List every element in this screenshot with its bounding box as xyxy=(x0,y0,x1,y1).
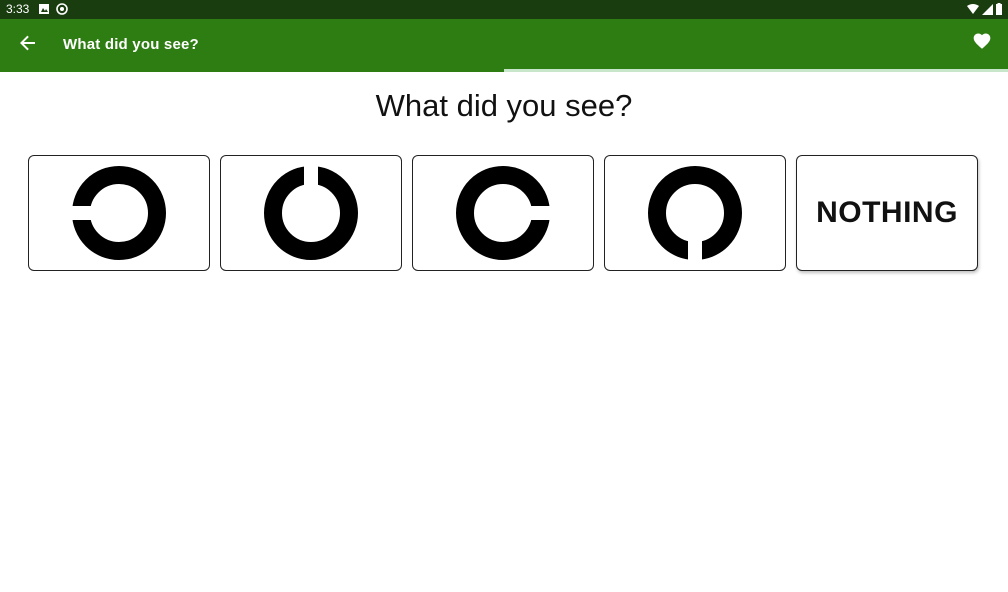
status-bar: 3:33 xyxy=(0,0,1008,19)
landolt-c-gap-right-icon xyxy=(456,166,551,260)
option-gap-top-button[interactable] xyxy=(220,155,402,271)
app-bar-title: What did you see? xyxy=(63,36,199,53)
option-gap-right-button[interactable] xyxy=(412,155,594,271)
landolt-c-gap-top-icon xyxy=(264,165,358,260)
battery-icon xyxy=(996,3,1002,15)
landolt-c-gap-bottom-icon xyxy=(648,166,742,261)
question-heading: What did you see? xyxy=(375,88,633,123)
option-nothing-button[interactable]: NOTHING xyxy=(796,155,978,271)
progress-bar xyxy=(0,69,1008,72)
heart-icon[interactable] xyxy=(972,31,992,51)
landolt-c-gap-left-icon xyxy=(71,166,166,260)
app-bar: What did you see? xyxy=(0,19,1008,70)
progress-fill xyxy=(0,69,504,72)
sync-icon xyxy=(56,3,68,15)
option-gap-bottom-button[interactable] xyxy=(604,155,786,271)
nothing-label: NOTHING xyxy=(816,196,958,229)
arrow-left-icon[interactable] xyxy=(16,31,40,55)
signal-icon xyxy=(982,3,993,15)
option-gap-left-button[interactable] xyxy=(28,155,210,271)
status-time: 3:33 xyxy=(6,2,30,16)
wifi-icon xyxy=(967,3,979,14)
photo-icon xyxy=(39,4,49,14)
